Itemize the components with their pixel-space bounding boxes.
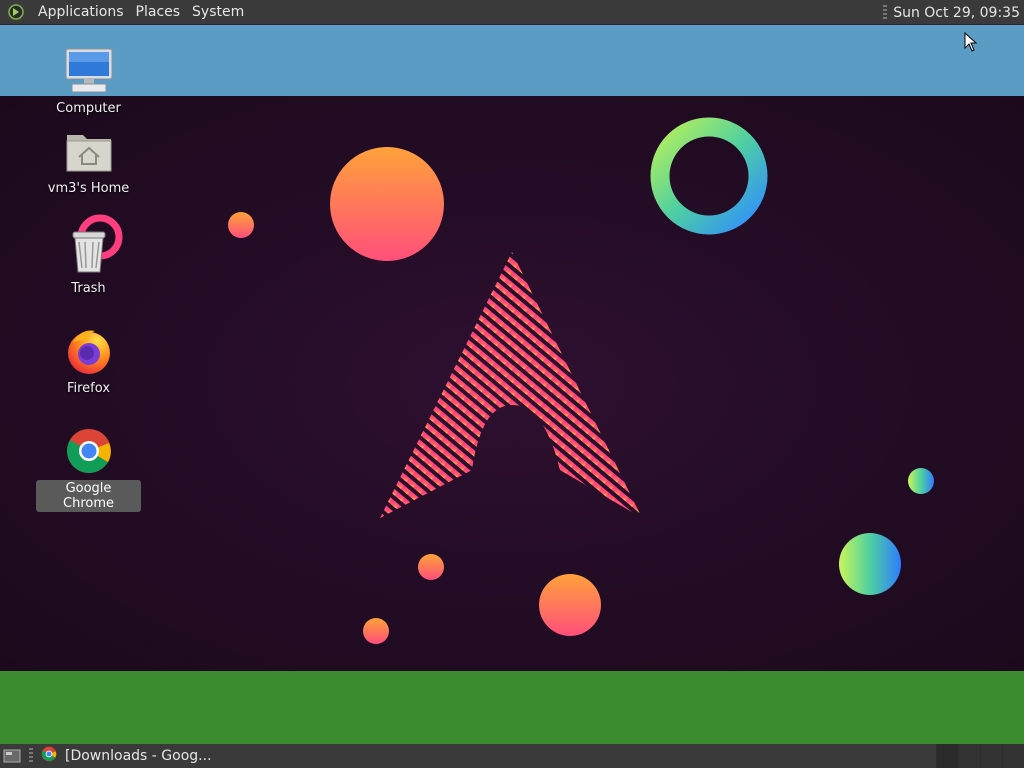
desktop-icon-chrome[interactable]: Google Chrome — [36, 426, 141, 512]
applications-menu[interactable]: Applications — [32, 0, 130, 25]
desktop-icon-firefox[interactable]: Firefox — [36, 326, 141, 397]
show-desktop-icon[interactable] — [3, 747, 23, 765]
clock-applet[interactable]: Sun Oct 29, 09:35 — [883, 0, 1020, 25]
bottom-panel: [Downloads - Goog... — [0, 744, 1024, 768]
panel-handle[interactable] — [29, 748, 33, 764]
decor-circle — [363, 618, 389, 644]
decor-circle — [330, 147, 444, 261]
workspace-2[interactable] — [958, 744, 980, 768]
workspace-4[interactable] — [1002, 744, 1024, 768]
workspace-1[interactable] — [936, 744, 958, 768]
wallpaper-bottom-band — [0, 671, 1024, 744]
desktop-icon-computer[interactable]: Computer — [36, 46, 141, 117]
decor-circle — [418, 554, 444, 580]
panel-handle[interactable] — [883, 4, 888, 21]
clock-label[interactable]: Sun Oct 29, 09:35 — [893, 5, 1020, 21]
decor-circle — [228, 212, 254, 238]
desktop-icon-label: Firefox — [66, 381, 111, 396]
wallpaper-top-band — [0, 25, 1024, 96]
workspace-switcher[interactable] — [936, 744, 1024, 768]
places-menu[interactable]: Places — [130, 0, 187, 25]
desktop-icon-label: Trash — [71, 281, 106, 296]
decor-ring — [650, 117, 768, 235]
firefox-icon — [64, 326, 114, 376]
desktop-icon-label: Computer — [56, 101, 121, 116]
desktop-icon-home[interactable]: vm3's Home — [36, 126, 141, 197]
desktop-icon-label: Google Chrome — [36, 480, 141, 512]
chrome-icon — [41, 746, 57, 766]
decor-circle — [839, 533, 901, 595]
home-folder-icon — [64, 126, 114, 176]
decor-circle — [539, 574, 601, 636]
arch-logo-icon — [380, 252, 642, 518]
taskbar-button-downloads[interactable]: [Downloads - Goog... — [39, 744, 218, 768]
mate-logo-icon[interactable] — [8, 3, 26, 21]
system-menu[interactable]: System — [186, 0, 250, 25]
desktop-icon-label: vm3's Home — [47, 181, 130, 196]
decor-circle — [908, 468, 934, 494]
workspace-3[interactable] — [980, 744, 1002, 768]
top-panel: Applications Places System Sun Oct 29, 0… — [0, 0, 1024, 25]
computer-icon — [64, 46, 114, 96]
taskbar-button-label: [Downloads - Goog... — [65, 748, 212, 764]
mouse-cursor-icon — [964, 32, 978, 52]
wallpaper-art — [77, 117, 934, 644]
chrome-icon — [64, 426, 114, 476]
trash-icon — [64, 226, 114, 276]
desktop-icon-trash[interactable]: Trash — [36, 226, 141, 297]
